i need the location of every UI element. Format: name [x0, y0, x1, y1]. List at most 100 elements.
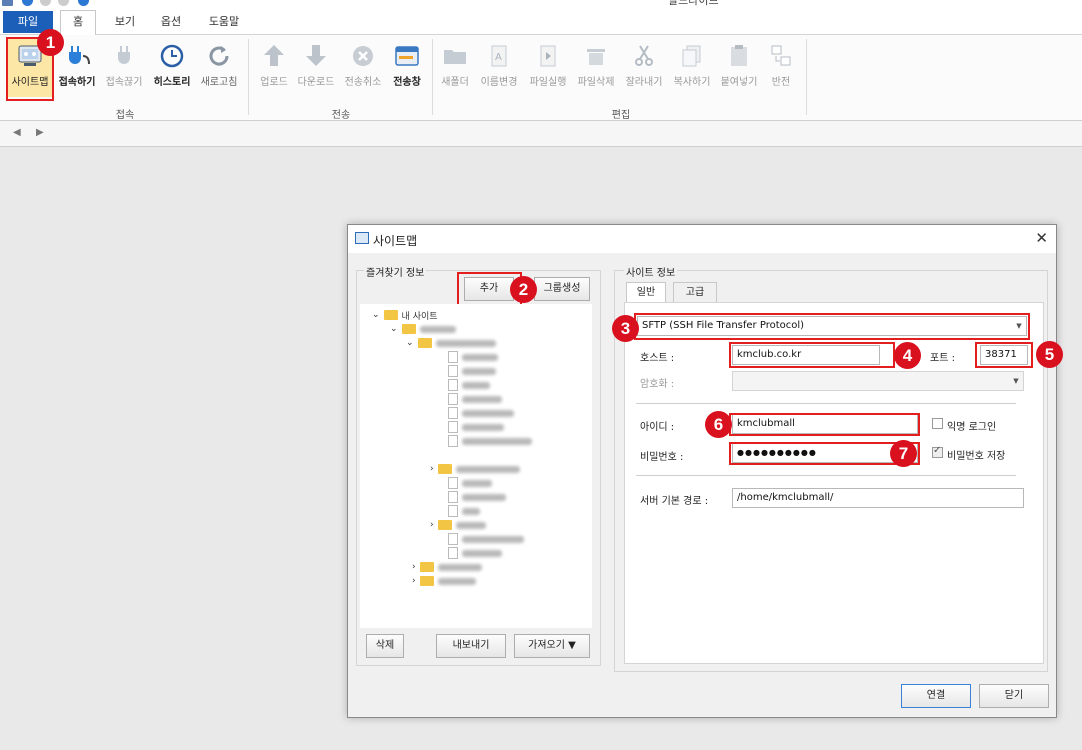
- folder-icon: [437, 464, 452, 474]
- site-tree[interactable]: ⌄ 내 사이트 ⌄ ⌄ › › › ›: [360, 304, 592, 628]
- file-icon: [448, 435, 458, 447]
- folder-icon: [419, 576, 434, 586]
- tab-advanced[interactable]: 고급: [673, 282, 717, 303]
- cancel-icon: [353, 46, 373, 66]
- group-label-edit: 편집: [611, 110, 631, 121]
- file-icon: [448, 407, 458, 419]
- file-icon: [448, 477, 458, 489]
- clock-icon: [160, 44, 184, 68]
- file-icon: [448, 505, 458, 517]
- transfer-window-button[interactable]: 전송창: [388, 39, 426, 97]
- delete-file-button[interactable]: 파일삭제: [573, 39, 619, 97]
- close-dialog-button[interactable]: 닫기: [979, 684, 1049, 708]
- run-file-label: 파일실행: [529, 77, 567, 88]
- paste-button[interactable]: 붙여넣기: [716, 39, 762, 97]
- refresh-icon: [209, 46, 229, 66]
- download-button[interactable]: 다운로드: [294, 39, 338, 97]
- app-icon: [2, 0, 13, 6]
- group-divider: [806, 39, 807, 115]
- disconnect-button[interactable]: 접속끊기: [101, 39, 147, 97]
- cancel-transfer-label: 전송취소: [344, 77, 382, 88]
- folder-icon: [401, 324, 416, 334]
- list-item[interactable]: [448, 378, 490, 392]
- chevron-right-icon: ›: [412, 576, 416, 586]
- group-label-connect: 접속: [115, 110, 135, 121]
- list-item[interactable]: [448, 532, 524, 546]
- file-icon: [448, 421, 458, 433]
- list-item[interactable]: ›: [412, 560, 482, 574]
- list-item[interactable]: ⌄: [390, 322, 456, 336]
- dialog-title: 사이트맵: [373, 234, 418, 248]
- tree-root[interactable]: ⌄ 내 사이트: [372, 308, 438, 322]
- upload-button[interactable]: 업로드: [254, 39, 294, 97]
- tab-home[interactable]: 홈: [60, 10, 96, 36]
- anonymous-login-checkbox[interactable]: [932, 418, 943, 429]
- file-icon: [448, 365, 458, 377]
- cut-button[interactable]: 잘라내기: [621, 39, 667, 97]
- dialog-titlebar: 사이트맵 ✕: [348, 225, 1056, 253]
- list-item[interactable]: [448, 392, 502, 406]
- back-arrow-icon[interactable]: ◀: [13, 127, 21, 138]
- list-item[interactable]: [448, 434, 532, 448]
- list-item[interactable]: [448, 350, 498, 364]
- title-bar: 알드라이브: [0, 0, 1082, 9]
- list-item[interactable]: [448, 490, 506, 504]
- list-item[interactable]: [448, 546, 502, 560]
- copy-icon: [682, 45, 701, 67]
- tab-general[interactable]: 일반: [626, 282, 666, 304]
- delete-site-button[interactable]: 삭제: [366, 634, 404, 658]
- list-item[interactable]: ›: [412, 574, 476, 588]
- highlight-protocol: [634, 313, 1030, 340]
- list-item[interactable]: ⌄: [406, 336, 496, 350]
- list-item[interactable]: [448, 504, 480, 518]
- tab-view[interactable]: 보기: [110, 11, 140, 35]
- chevron-down-icon: ⌄: [406, 338, 414, 348]
- connect-dialog-button[interactable]: 연결: [901, 684, 971, 708]
- run-file-button[interactable]: 파일실행: [525, 39, 571, 97]
- rename-button[interactable]: A 이름변경: [475, 39, 523, 97]
- close-icon[interactable]: ✕: [1035, 229, 1048, 247]
- server-path-input[interactable]: /home/kmclubmall/: [732, 488, 1024, 508]
- tab-options[interactable]: 옵션: [156, 11, 186, 35]
- step-badge-2: 2: [510, 276, 537, 303]
- folder-icon: [417, 338, 432, 348]
- export-button[interactable]: 내보내기: [436, 634, 506, 658]
- divider: [636, 475, 1016, 476]
- import-button[interactable]: 가져오기 ▼: [514, 634, 590, 658]
- history-button[interactable]: 히스토리: [149, 39, 195, 97]
- sitemap-window-icon: [355, 232, 369, 244]
- cancel-transfer-button[interactable]: 전송취소: [340, 39, 386, 97]
- refresh-quick-icon[interactable]: [58, 0, 69, 6]
- connect-quick-icon[interactable]: [22, 0, 33, 6]
- rename-label: 이름변경: [480, 77, 518, 88]
- list-item[interactable]: [448, 406, 514, 420]
- create-group-button[interactable]: 그룹생성: [534, 277, 590, 301]
- tab-help[interactable]: 도움말: [204, 11, 244, 35]
- copy-button[interactable]: 복사하기: [669, 39, 715, 97]
- tree-root-label: 내 사이트: [401, 311, 438, 322]
- forward-arrow-icon[interactable]: ▶: [36, 127, 44, 138]
- cut-label: 잘라내기: [625, 77, 663, 88]
- group-label-transfer: 전송: [331, 110, 351, 121]
- ribbon: 사이트맵 접속하기 접속끊기 히스토리 새로고침 접속 업로드 다운로드 전송취…: [0, 35, 1082, 121]
- unplug-icon: [118, 46, 130, 64]
- list-item[interactable]: [448, 476, 492, 490]
- site-info-legend: 사이트 정보: [624, 264, 678, 279]
- save-password-checkbox[interactable]: [932, 445, 943, 458]
- chevron-down-icon: ⌄: [390, 324, 398, 334]
- list-item[interactable]: ›: [430, 518, 486, 532]
- info-quick-icon[interactable]: [78, 0, 89, 6]
- arrow-down-icon: [306, 45, 326, 66]
- invert-button[interactable]: 반전: [764, 39, 798, 97]
- save-password-label: 비밀번호 저장: [947, 451, 1006, 462]
- new-folder-button[interactable]: 새폴더: [437, 39, 473, 97]
- list-item[interactable]: [448, 420, 504, 434]
- plug-icon: [69, 46, 90, 65]
- back-quick-icon[interactable]: [40, 0, 51, 6]
- refresh-button[interactable]: 새로고침: [196, 39, 242, 97]
- list-item[interactable]: ›: [430, 462, 520, 476]
- password-label: 비밀번호 :: [640, 452, 684, 463]
- connect-label: 접속하기: [58, 77, 96, 88]
- step-badge-7: 7: [890, 440, 917, 467]
- list-item[interactable]: [448, 364, 496, 378]
